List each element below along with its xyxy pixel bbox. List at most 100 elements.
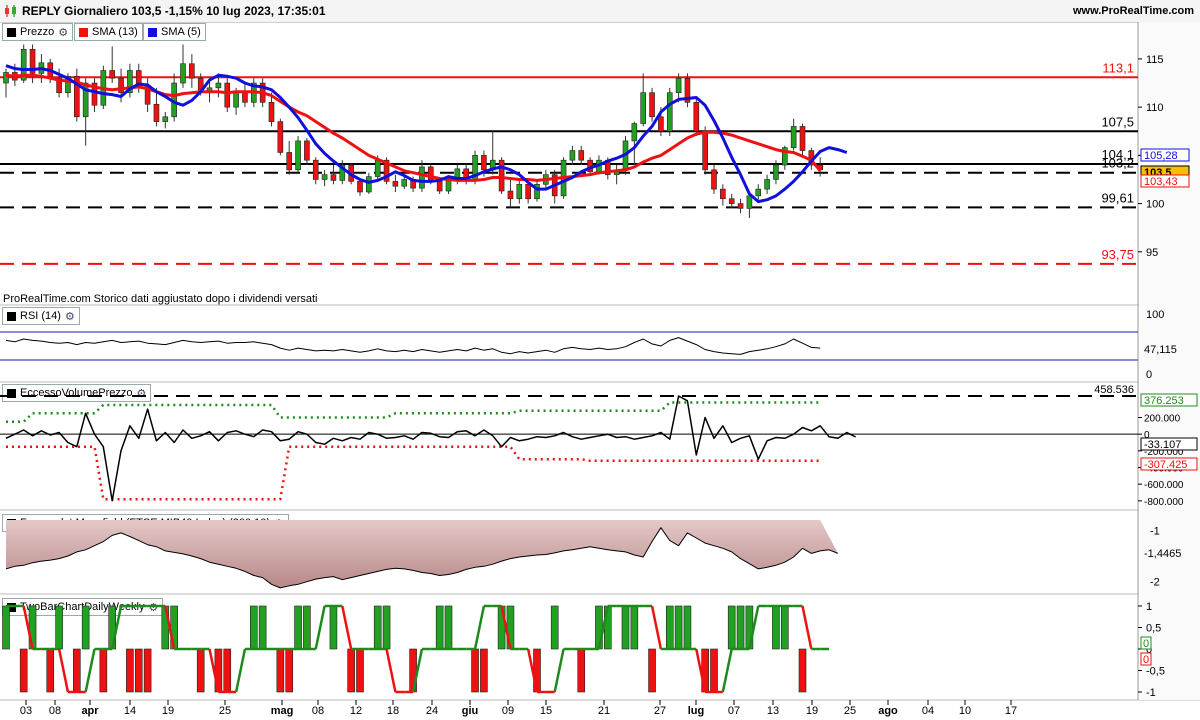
- rsi-value-label: 47,115: [1144, 344, 1177, 356]
- x-tick-label: 08: [49, 705, 61, 717]
- twobar-bar: [471, 648, 479, 693]
- twobar-bar: [250, 605, 258, 650]
- twobar-bar: [276, 648, 285, 693]
- candle: [684, 77, 691, 103]
- legend-price[interactable]: Prezzo ⚙: [2, 23, 74, 41]
- twobar-bar: [382, 605, 391, 650]
- x-tick-label: 09: [502, 705, 514, 717]
- twobar-bar: [347, 648, 355, 693]
- x-tick-label: 14: [124, 705, 136, 717]
- twobar-bar: [285, 648, 294, 693]
- candle: [20, 48, 27, 81]
- twobar-tick-label: -1: [1146, 687, 1156, 699]
- twobar-bar: [780, 605, 789, 650]
- evp-swatch: [7, 388, 16, 398]
- sma5-line: [5, 64, 848, 204]
- twobar-line-segment: [234, 648, 247, 693]
- legend-rsi[interactable]: RSI (14) ⚙: [2, 307, 80, 325]
- x-tick-label: 18: [387, 705, 399, 717]
- legend-mansfield-label: Forza relat Mansfield (FTSE MIB40 Index)…: [20, 517, 271, 529]
- legend-price-label: Prezzo: [20, 26, 55, 38]
- twobar-tick-label: 0,5: [1146, 623, 1161, 635]
- mansfield-line: [5, 527, 839, 589]
- x-tick-label: 19: [162, 705, 174, 717]
- twobar-line-segment: [164, 605, 176, 650]
- candle: [560, 159, 567, 197]
- wrench-icon[interactable]: ⚙: [65, 310, 75, 323]
- candle: [197, 77, 204, 93]
- mansfield-tick-label: -1: [1150, 525, 1160, 537]
- candle: [551, 174, 558, 197]
- x-tick-label: 27: [654, 705, 666, 717]
- twobar-bar: [736, 605, 745, 650]
- x-tick-label: 08: [312, 705, 324, 717]
- twobar-line-segment: [341, 605, 353, 650]
- x-tick-label: lug: [688, 705, 705, 717]
- candle: [720, 188, 726, 200]
- candle: [516, 183, 523, 200]
- candle: [189, 63, 195, 79]
- legend-sma13[interactable]: SMA (13): [74, 23, 143, 41]
- candle: [321, 174, 328, 180]
- candle: [525, 183, 531, 200]
- evp-tick-label: -400.000: [1144, 464, 1184, 475]
- evp-tick-label: -600.000: [1144, 480, 1184, 491]
- candle: [817, 164, 824, 171]
- candle: [472, 155, 478, 180]
- price-tick-label: 110: [1146, 102, 1164, 114]
- x-tick-label: 21: [598, 705, 610, 717]
- candle: [489, 159, 496, 171]
- candle: [675, 77, 682, 93]
- evp-level-label: 458.536: [1094, 384, 1134, 396]
- evp-upper-dotted: [6, 401, 821, 423]
- x-tick-label: 10: [959, 705, 971, 717]
- wrench-icon[interactable]: ⚙: [274, 517, 284, 530]
- legend-sma5[interactable]: SMA (5): [143, 23, 206, 41]
- twobar-bar: [214, 648, 223, 693]
- twobar-bar: [73, 648, 81, 693]
- twobar-bar: [798, 648, 807, 693]
- twobar-bar: [603, 605, 612, 650]
- candle: [312, 159, 319, 180]
- twobar-bar: [621, 605, 630, 650]
- legend-evp[interactable]: EccessoVolumePrezzo ⚙: [2, 384, 152, 402]
- candle: [233, 91, 239, 108]
- twobar-bar: [170, 605, 178, 650]
- twobar-bar: [701, 648, 709, 693]
- candle: [374, 159, 381, 177]
- wrench-icon[interactable]: ⚙: [58, 26, 68, 39]
- chart-canvas[interactable]: 11511010510095113,1107,5104,1103,299,619…: [0, 0, 1200, 720]
- candle: [339, 164, 346, 181]
- price-badge: [1140, 148, 1190, 162]
- candle: [118, 77, 124, 93]
- candle: [171, 82, 177, 118]
- candle: [604, 159, 611, 175]
- candle: [12, 72, 18, 81]
- candle: [82, 82, 89, 118]
- level-label: 104,1: [1101, 147, 1134, 162]
- candle: [507, 190, 514, 200]
- brand-link[interactable]: www.ProRealTime.com: [1073, 5, 1194, 17]
- candle: [224, 82, 231, 108]
- twobar-line-segment: [748, 605, 760, 650]
- evp-badge-label: 376.253: [1144, 395, 1184, 407]
- price-badge: [1140, 174, 1190, 188]
- wrench-icon[interactable]: ⚙: [137, 387, 147, 400]
- candle: [153, 103, 160, 122]
- x-tick-label: mag: [271, 705, 294, 717]
- legend-mansfield[interactable]: Forza relat Mansfield (FTSE MIB40 Index)…: [2, 514, 289, 532]
- twobar-bar: [373, 605, 382, 650]
- right-axis-bg: [1139, 22, 1200, 700]
- candle: [649, 92, 655, 118]
- wrench-icon[interactable]: ⚙: [149, 601, 159, 614]
- twobar-bar: [550, 605, 559, 650]
- legend-sma13-label: SMA (13): [92, 26, 138, 38]
- candle: [251, 82, 257, 103]
- x-tick-label: 19: [806, 705, 818, 717]
- level-label: 107,5: [1101, 114, 1134, 129]
- twobar-line-segment: [526, 648, 539, 693]
- legend-twobar[interactable]: TwoBarChartDailyWeekly ⚙: [2, 598, 164, 616]
- candle: [702, 130, 708, 171]
- candle: [348, 164, 354, 182]
- candle: [737, 203, 744, 209]
